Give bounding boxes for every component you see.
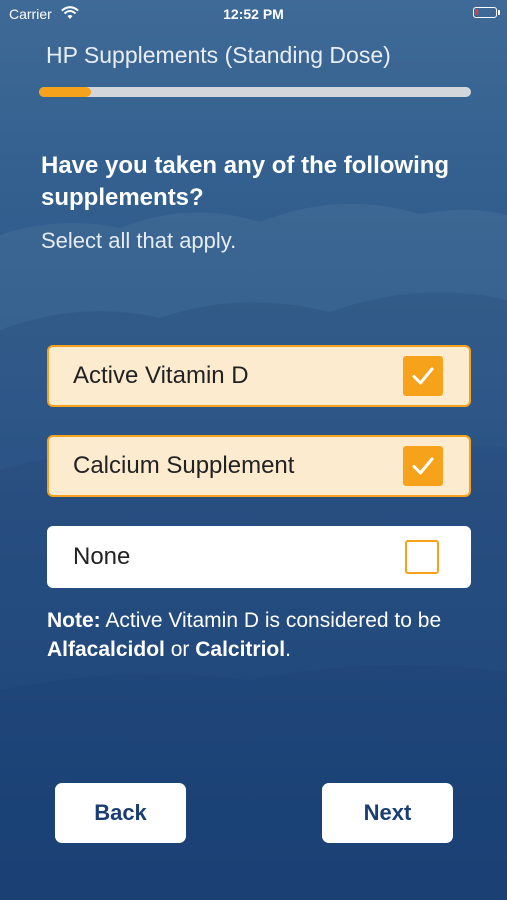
- note-text-1: Active Vitamin D is considered to be: [100, 609, 442, 632]
- note-text-3: .: [285, 638, 291, 661]
- question-hint: Select all that apply.: [41, 228, 237, 253]
- note-text-2: or: [164, 638, 196, 661]
- checkmark-icon: [412, 367, 434, 385]
- option-none[interactable]: None: [47, 526, 471, 588]
- note-text: Note: Active Vitamin D is considered to …: [47, 606, 477, 664]
- page-title: HP Supplements (Standing Dose): [46, 42, 391, 68]
- note-term-alfacalcidol: Alfacalcidol: [47, 638, 165, 661]
- checkbox[interactable]: [405, 540, 439, 574]
- battery-icon: [473, 7, 500, 18]
- question-title: Have you taken any of the following supp…: [41, 152, 450, 211]
- next-button[interactable]: Next: [322, 783, 453, 843]
- checkbox[interactable]: [403, 446, 443, 486]
- option-label: Calcium Supplement: [73, 452, 295, 479]
- status-bar: Carrier 12:52 PM: [0, 0, 507, 28]
- checkmark-icon: [412, 457, 434, 475]
- option-active-vitamin-d[interactable]: Active Vitamin D: [47, 345, 471, 407]
- clock: 12:52 PM: [223, 6, 284, 22]
- option-label: Active Vitamin D: [73, 362, 249, 389]
- checkbox[interactable]: [403, 356, 443, 396]
- note-prefix: Note:: [47, 609, 101, 632]
- option-label: None: [73, 543, 131, 570]
- back-button[interactable]: Back: [55, 783, 186, 843]
- progress-bar: [39, 87, 471, 97]
- option-calcium-supplement[interactable]: Calcium Supplement: [47, 435, 471, 497]
- progress-fill: [39, 87, 91, 97]
- note-term-calcitriol: Calcitriol: [195, 638, 286, 661]
